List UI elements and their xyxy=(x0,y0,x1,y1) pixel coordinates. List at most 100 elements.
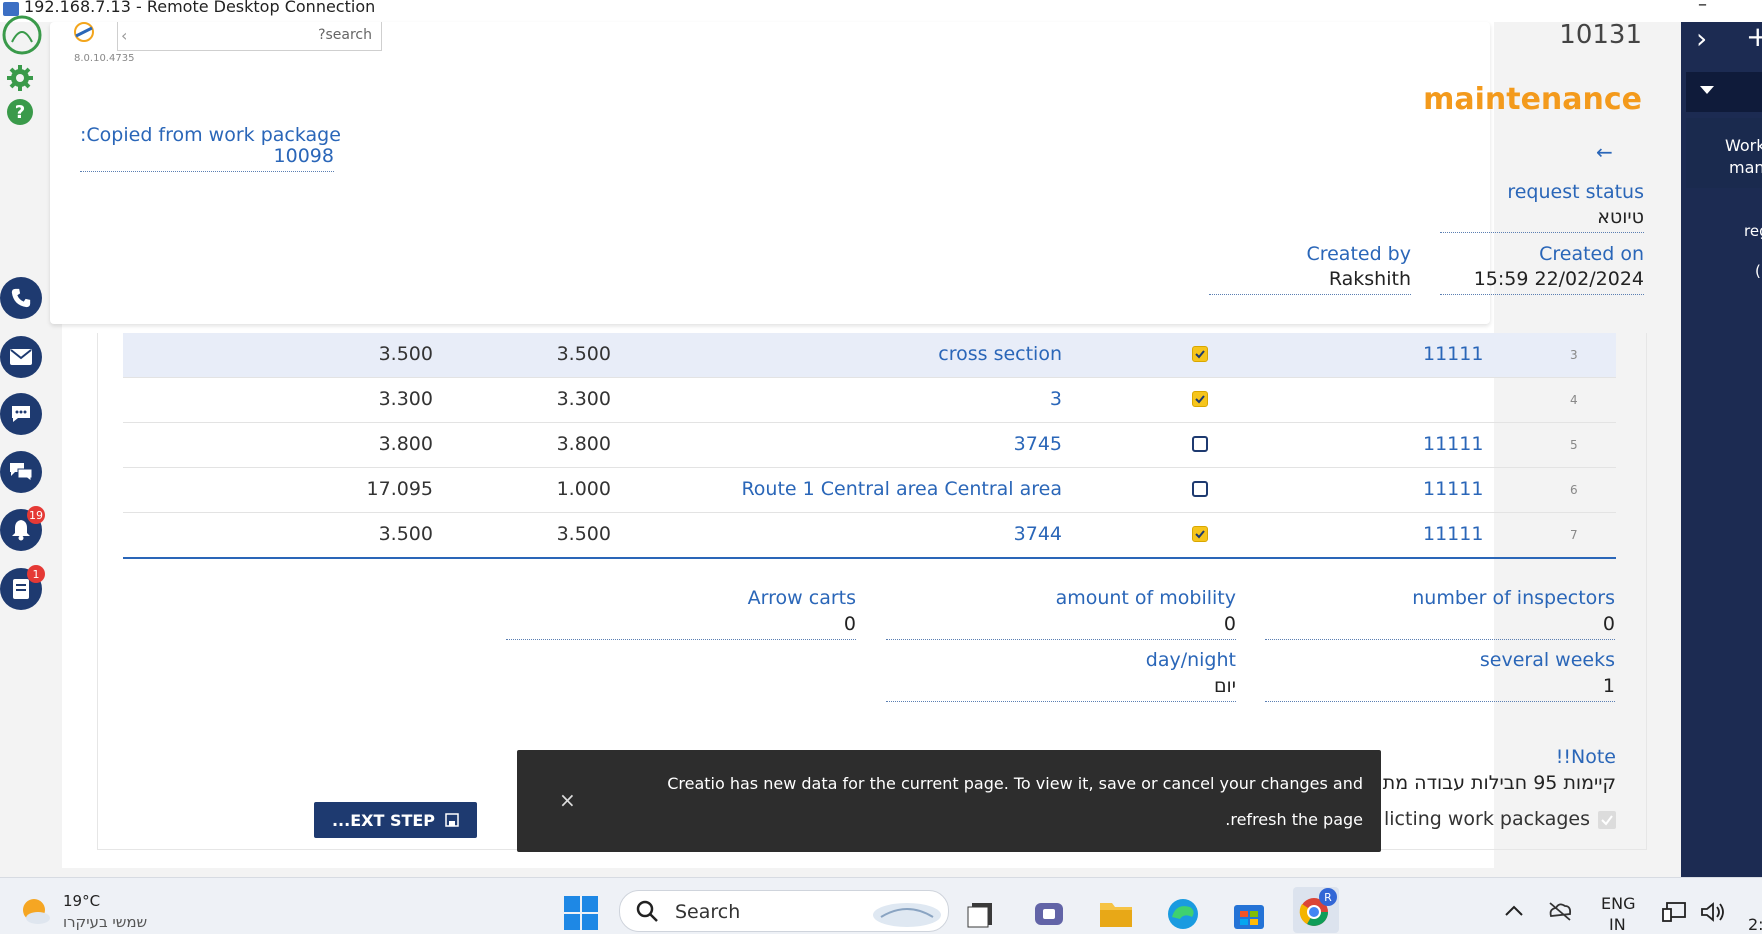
created-by-value[interactable]: Rakshith xyxy=(1209,268,1411,295)
record-type-title: maintenance xyxy=(1423,82,1642,117)
total-cell: 3.500 xyxy=(378,523,433,545)
toast-message: Creatio has new data for the current pag… xyxy=(667,774,1363,829)
mobility-field[interactable]: 0 xyxy=(886,613,1236,640)
network-icon[interactable] xyxy=(1661,901,1687,923)
name-link[interactable]: cross section xyxy=(523,343,1062,365)
conflicting-packages-checkbox[interactable] xyxy=(1598,811,1616,829)
close-icon[interactable]: × xyxy=(559,788,576,812)
row-index: 4 xyxy=(1570,393,1578,407)
search-icon xyxy=(636,900,658,922)
tray-chevron-up-icon[interactable] xyxy=(1504,902,1524,920)
edge-icon[interactable] xyxy=(1166,897,1200,931)
table-row[interactable]: 3.500 3.500 cross section 11111 3 xyxy=(123,333,1616,378)
row-index: 6 xyxy=(1570,483,1578,497)
total-cell: 17.095 xyxy=(366,478,433,500)
gear-icon[interactable] xyxy=(6,64,34,92)
copied-from-link[interactable]: 10098 xyxy=(80,145,334,172)
chevron-left-icon[interactable]: ‹ xyxy=(121,26,127,45)
teams-icon[interactable] xyxy=(1033,899,1065,929)
app-logo[interactable] xyxy=(2,14,42,56)
app-version: 8.0.10.4735 xyxy=(74,53,135,64)
created-on-value: 15:59 22/02/2024 xyxy=(1440,268,1644,295)
code-link[interactable]: 11111 xyxy=(1423,343,1483,365)
refresh-toast: × Creatio has new data for the current p… xyxy=(517,750,1381,852)
name-link[interactable]: 3744 xyxy=(523,523,1062,545)
row-checkbox[interactable] xyxy=(1192,481,1208,497)
start-icon[interactable] xyxy=(563,895,599,931)
products-grid: 3.500 3.500 cross section 11111 3 3.300 … xyxy=(123,333,1616,559)
copied-from-label: :Copied from work package xyxy=(80,124,341,146)
mobility-label: amount of mobility xyxy=(1055,587,1236,609)
inspectors-label: number of inspectors xyxy=(1412,587,1615,609)
notification-count-badge: 19 xyxy=(27,506,45,524)
chevron-right-icon[interactable]: › xyxy=(1696,22,1707,55)
panel-item-man: man xyxy=(1729,158,1762,177)
request-status-value[interactable]: טיוטא xyxy=(1440,206,1644,233)
notes-count-badge: 1 xyxy=(27,565,45,583)
panel-item-reg[interactable]: reg xyxy=(1744,222,1762,240)
company-logo xyxy=(70,22,98,46)
mail-icon[interactable] xyxy=(0,336,42,378)
total-cell: 3.500 xyxy=(378,343,433,365)
add-icon[interactable]: + xyxy=(1746,20,1762,53)
row-index: 3 xyxy=(1570,348,1578,362)
taskbar-search-label: Search xyxy=(675,901,741,923)
minimize-button[interactable]: – xyxy=(1698,0,1707,15)
next-step-button[interactable]: ...EXT STEP xyxy=(314,802,477,838)
store-icon[interactable] xyxy=(1232,897,1266,931)
left-icon-rail xyxy=(0,22,46,877)
arrow-carts-field[interactable]: 0 xyxy=(506,613,856,640)
next-step-label: ...EXT STEP xyxy=(331,810,436,830)
request-status-label: request status xyxy=(1507,181,1644,203)
task-view-icon[interactable] xyxy=(966,899,996,929)
conflicting-packages-label: licting work packages xyxy=(1383,808,1590,830)
name-link[interactable]: Route 1 Central area Central area xyxy=(523,478,1062,500)
weather-icon[interactable] xyxy=(18,896,52,926)
code-link[interactable]: 11111 xyxy=(1423,433,1483,455)
row-checkbox[interactable] xyxy=(1192,391,1208,407)
chat-icon[interactable] xyxy=(0,393,42,435)
created-by-label: Created by xyxy=(1306,243,1411,265)
row-index: 7 xyxy=(1570,528,1578,542)
total-cell: 3.300 xyxy=(378,388,433,410)
panel-dropdown[interactable] xyxy=(1686,72,1762,112)
created-on-label: Created on xyxy=(1539,243,1644,265)
name-link[interactable]: 3 xyxy=(523,388,1062,410)
weather-temp: 19°C xyxy=(63,892,101,910)
table-row[interactable]: 3.500 3.500 3744 11111 7 xyxy=(123,513,1616,559)
search-input[interactable] xyxy=(140,26,374,44)
help-icon[interactable]: ? xyxy=(6,98,34,126)
several-weeks-field[interactable]: 1 xyxy=(1265,675,1615,702)
svg-text:?: ? xyxy=(15,102,25,123)
code-link[interactable]: 11111 xyxy=(1423,478,1483,500)
record-number: 10131 xyxy=(1559,20,1642,50)
row-checkbox[interactable] xyxy=(1192,436,1208,452)
day-night-field[interactable]: יום xyxy=(886,675,1236,702)
note-label: !!Note xyxy=(1555,746,1616,768)
day-night-label: day/night xyxy=(1145,649,1236,671)
onedrive-offline-icon[interactable] xyxy=(1547,900,1573,922)
file-explorer-icon[interactable] xyxy=(1098,899,1134,929)
volume-icon[interactable] xyxy=(1700,901,1726,923)
language-region: IN xyxy=(1609,915,1626,934)
back-arrow-icon[interactable]: ← xyxy=(1596,140,1613,164)
table-row[interactable]: 3.300 3.300 3 4 xyxy=(123,378,1616,423)
row-checkbox[interactable] xyxy=(1192,346,1208,362)
save-icon xyxy=(445,813,459,827)
window-title: 192.168.7.13 - Remote Desktop Connection xyxy=(24,0,376,16)
table-row[interactable]: 17.095 1.000 Route 1 Central area Centra… xyxy=(123,468,1616,513)
code-link[interactable]: 11111 xyxy=(1423,523,1483,545)
clock-partial: 2: xyxy=(1748,915,1762,934)
language-code[interactable]: ENG xyxy=(1601,894,1635,913)
inspectors-field[interactable]: 0 xyxy=(1265,613,1615,640)
row-index: 5 xyxy=(1570,438,1578,452)
search-highlight-image xyxy=(871,897,943,929)
weather-desc: שמשי בעיקרו xyxy=(63,913,148,931)
row-checkbox[interactable] xyxy=(1192,526,1208,542)
messages-icon[interactable] xyxy=(0,451,42,493)
table-row[interactable]: 3.800 3.800 3745 11111 5 xyxy=(123,423,1616,468)
name-link[interactable]: 3745 xyxy=(523,433,1062,455)
phone-icon[interactable] xyxy=(0,277,42,319)
total-cell: 3.800 xyxy=(378,433,433,455)
arrow-carts-label: Arrow carts xyxy=(747,587,856,609)
